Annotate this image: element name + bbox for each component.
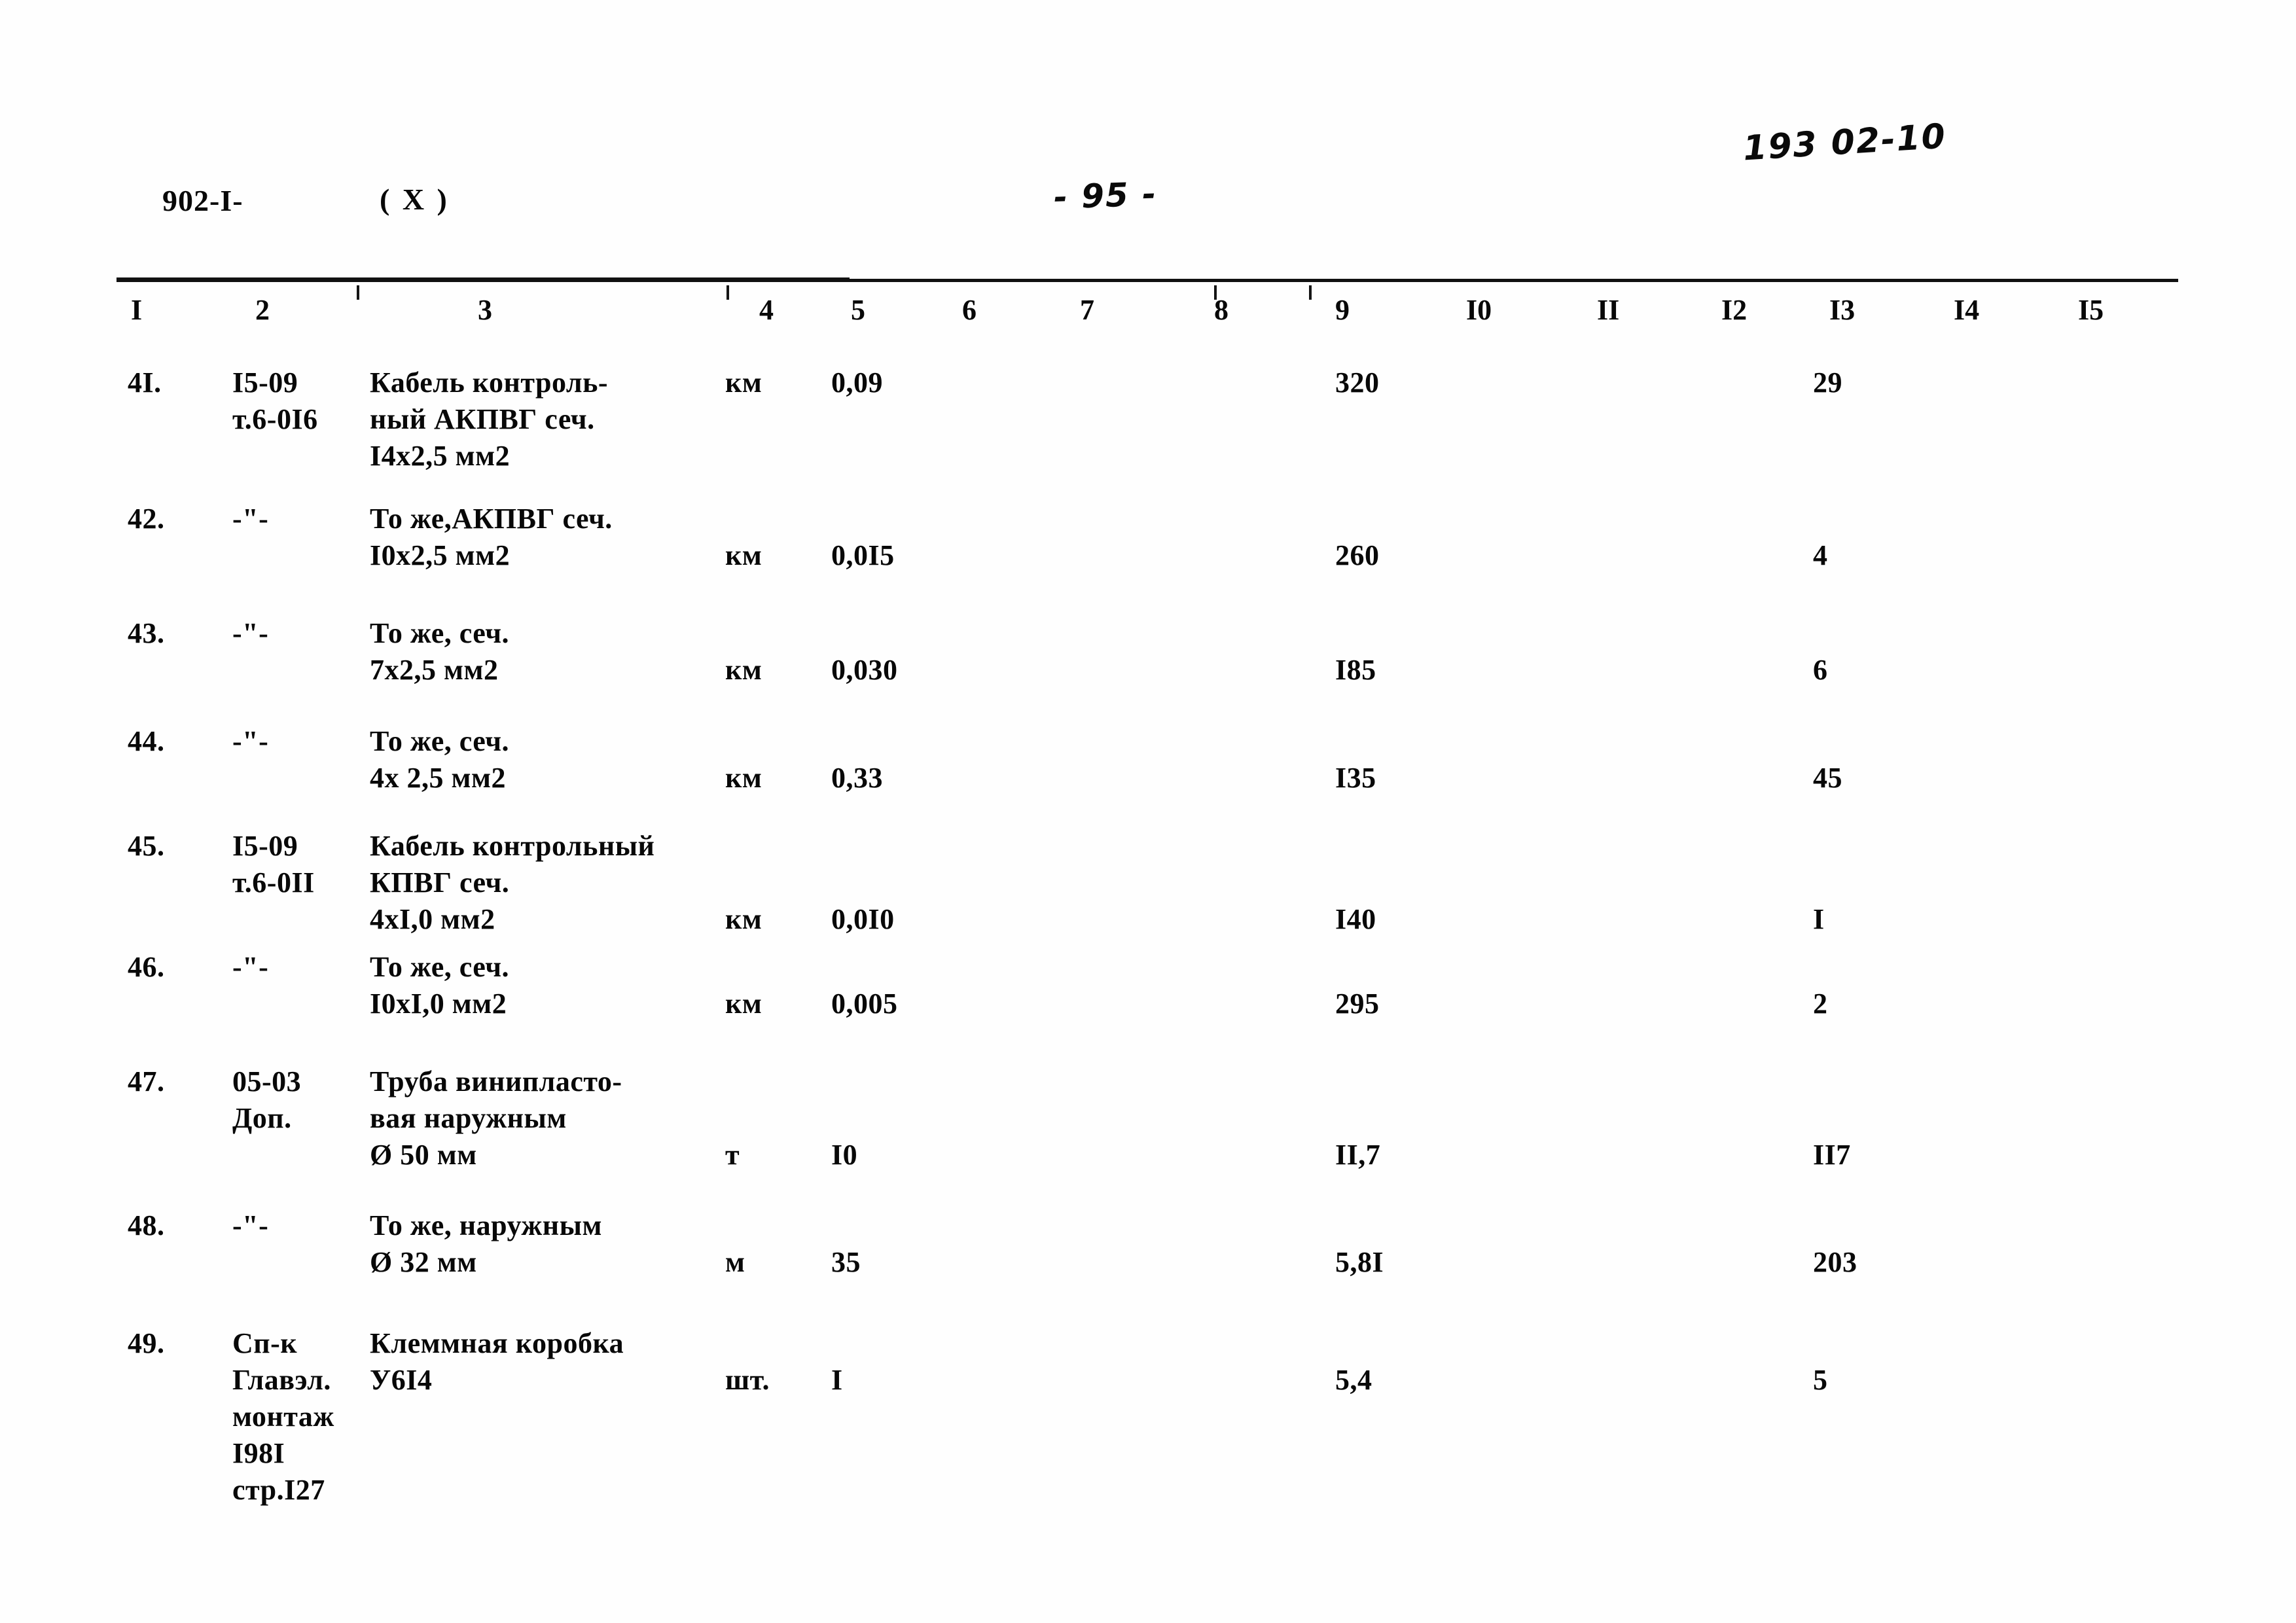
column-header-13: I3 [1829, 294, 1856, 326]
row-unit-cell: км [725, 988, 762, 1020]
column-header-10: I0 [1466, 294, 1492, 326]
row-quantity-cell: 0,33 [831, 762, 883, 794]
document-code: 902-I- [162, 184, 243, 217]
row-total-cell: 4 [1813, 539, 1828, 571]
column-tick-mark [1214, 285, 1217, 300]
row-total-cell: 5 [1813, 1364, 1828, 1396]
column-header-6: 6 [962, 294, 977, 326]
row-quantity-cell: 0,0I5 [831, 539, 895, 571]
row-price-cell: 320 [1335, 366, 1380, 399]
column-header-3: 3 [478, 294, 492, 326]
row-index-cell: 43. [128, 617, 165, 649]
row-description-cell: То же, сеч. I0хI,0 мм2 [370, 951, 510, 1020]
handwritten-code-annotation: 193 02-10 [1742, 116, 1948, 169]
row-unit-cell: т [725, 1139, 740, 1171]
row-source-code-cell: I5-09 т.6-0I6 [232, 366, 318, 435]
column-header-1: I [131, 294, 143, 326]
row-index-cell: 45. [128, 830, 165, 862]
row-index-cell: 48. [128, 1209, 165, 1241]
row-unit-cell: шт. [725, 1364, 770, 1396]
row-price-cell: 5,4 [1335, 1364, 1372, 1396]
row-index-cell: 44. [128, 725, 165, 757]
row-quantity-cell: I [831, 1364, 843, 1396]
row-price-cell: II,7 [1335, 1139, 1381, 1171]
row-total-cell: 45 [1813, 762, 1842, 794]
row-price-cell: I85 [1335, 654, 1376, 686]
row-price-cell: I35 [1335, 762, 1376, 794]
row-description-cell: Труба винипласто- вая наружным Ø 50 мм [370, 1065, 622, 1171]
row-unit-cell: км [725, 366, 762, 399]
row-quantity-cell: 0,0I0 [831, 903, 895, 935]
row-index-cell: 49. [128, 1327, 165, 1359]
column-header-12: I2 [1721, 294, 1748, 326]
row-total-cell: 2 [1813, 988, 1828, 1020]
column-tick-mark [357, 285, 359, 300]
row-source-code-cell: Сп-к Главэл. монтаж I98I стр.I27 [232, 1327, 334, 1506]
row-source-code-cell: I5-09 т.6-0II [232, 830, 315, 899]
table-top-rule-segment [117, 277, 850, 279]
row-quantity-cell: 0,030 [831, 654, 898, 686]
row-source-code-cell: -"- [232, 725, 269, 757]
document-variant: ( X ) [380, 183, 450, 216]
row-source-code-cell: -"- [232, 951, 269, 983]
row-source-code-cell: -"- [232, 503, 269, 535]
column-tick-mark [1309, 285, 1312, 300]
row-quantity-cell: 0,09 [831, 366, 883, 399]
row-price-cell: 295 [1335, 988, 1380, 1020]
row-unit-cell: км [725, 903, 762, 935]
row-price-cell: 260 [1335, 539, 1380, 571]
row-index-cell: 4I. [128, 366, 162, 399]
column-header-5: 5 [851, 294, 865, 326]
row-description-cell: Кабель контроль- ный АКПВГ сеч. I4х2,5 м… [370, 366, 608, 472]
column-header-7: 7 [1080, 294, 1094, 326]
row-total-cell: 203 [1813, 1246, 1857, 1278]
column-tick-mark [726, 285, 729, 300]
row-unit-cell: км [725, 539, 762, 571]
row-description-cell: То же, сеч. 7х2,5 мм2 [370, 617, 510, 686]
row-source-code-cell: -"- [232, 617, 269, 649]
row-unit-cell: км [725, 762, 762, 794]
column-header-4: 4 [759, 294, 774, 326]
document-page: 193 02-10 - 95 - 902-I- ( X ) I23456789I… [0, 0, 2296, 1623]
row-total-cell: 6 [1813, 654, 1828, 686]
row-quantity-cell: 0,005 [831, 988, 898, 1020]
row-price-cell: I40 [1335, 903, 1376, 935]
row-unit-cell: м [725, 1246, 745, 1278]
row-total-cell: II7 [1813, 1139, 1851, 1171]
page-number: - 95 - [1053, 175, 1158, 217]
row-total-cell: 29 [1813, 366, 1842, 399]
row-quantity-cell: I0 [831, 1139, 858, 1171]
column-header-14: I4 [1954, 294, 1980, 326]
column-header-9: 9 [1335, 294, 1350, 326]
row-unit-cell: км [725, 654, 762, 686]
column-header-11: II [1597, 294, 1620, 326]
row-description-cell: То же, сеч. 4х 2,5 мм2 [370, 725, 510, 794]
row-index-cell: 47. [128, 1065, 165, 1097]
row-source-code-cell: -"- [232, 1209, 269, 1241]
column-header-2: 2 [255, 294, 270, 326]
row-description-cell: Клеммная коробка У6I4 [370, 1327, 624, 1396]
row-total-cell: I [1813, 903, 1825, 935]
row-quantity-cell: 35 [831, 1246, 861, 1278]
row-description-cell: То же, наружным Ø 32 мм [370, 1209, 602, 1278]
row-source-code-cell: 05-03 Доп. [232, 1065, 302, 1134]
row-index-cell: 42. [128, 503, 165, 535]
row-price-cell: 5,8I [1335, 1246, 1384, 1278]
row-index-cell: 46. [128, 951, 165, 983]
row-description-cell: То же,АКПВГ сеч. I0х2,5 мм2 [370, 503, 613, 571]
row-description-cell: Кабель контрольный КПВГ сеч. 4хI,0 мм2 [370, 830, 655, 935]
column-header-15: I5 [2078, 294, 2104, 326]
